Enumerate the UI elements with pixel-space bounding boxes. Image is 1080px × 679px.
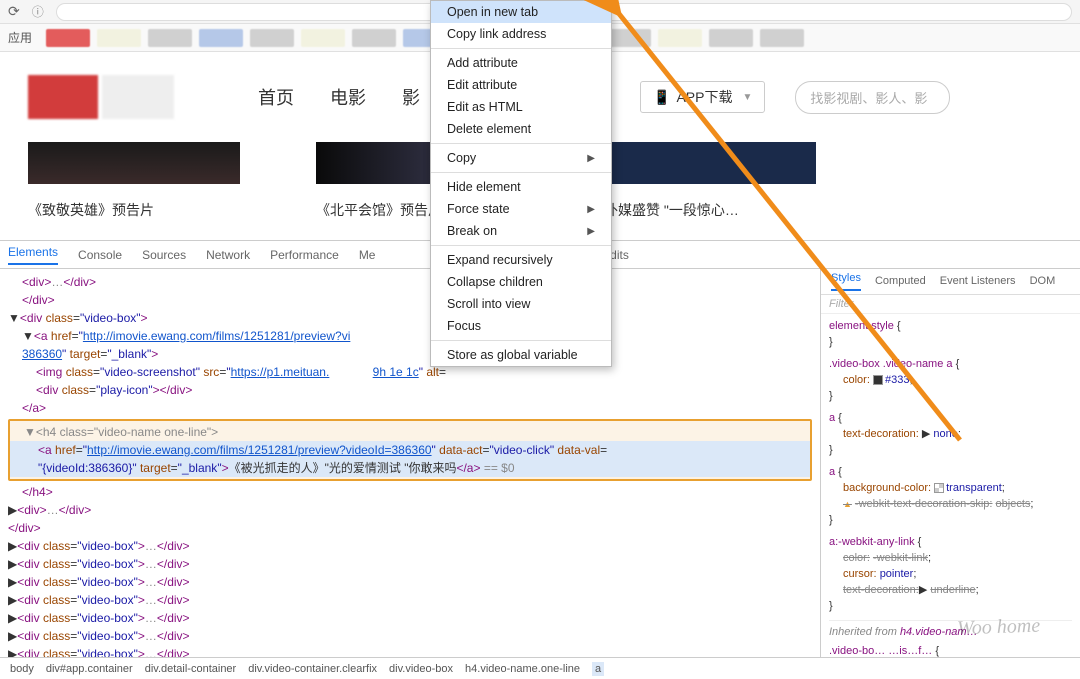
chevron-down-icon: ▼ (742, 92, 752, 103)
context-menu-item[interactable]: Scroll into view (431, 293, 611, 315)
bookmark-item[interactable] (46, 29, 90, 47)
nav-cinema[interactable]: 影 (402, 84, 420, 110)
context-menu-item[interactable]: Open in new tab (431, 1, 611, 23)
bookmark-item[interactable] (658, 29, 702, 47)
crumb[interactable]: div#app.container (46, 663, 133, 675)
crumb[interactable]: h4.video-name.one-line (465, 663, 580, 675)
tab-elements[interactable]: Elements (8, 245, 58, 265)
context-menu-item[interactable]: Add attribute (431, 52, 611, 74)
tab-styles[interactable]: Styles (831, 272, 861, 291)
tab-performance[interactable]: Performance (270, 248, 339, 262)
styles-panel: Styles Computed Event Listeners DOM Filt… (820, 269, 1080, 657)
bookmark-item[interactable] (301, 29, 345, 47)
crumb-selected[interactable]: a (592, 662, 604, 676)
crumb[interactable]: div.video-box (389, 663, 453, 675)
info-icon[interactable]: ⓘ (32, 3, 44, 20)
tab-console[interactable]: Console (78, 248, 122, 262)
context-menu-item[interactable]: Edit attribute (431, 74, 611, 96)
elements-breadcrumb[interactable]: body div#app.container div.detail-contai… (0, 657, 1080, 679)
app-download-label: APP下载 (676, 87, 732, 107)
tab-dom[interactable]: DOM (1030, 275, 1056, 287)
elements-tree[interactable]: <div>…</div> </div> ▼<div class="video-b… (0, 269, 820, 657)
bookmark-item[interactable] (352, 29, 396, 47)
context-menu-item[interactable]: Force state▶ (431, 198, 611, 220)
context-menu-item[interactable]: Break on▶ (431, 220, 611, 242)
context-menu: Open in new tabCopy link address Add attr… (430, 0, 612, 367)
styles-tabs: Styles Computed Event Listeners DOM (821, 269, 1080, 295)
tab-sources[interactable]: Sources (142, 248, 186, 262)
context-menu-item[interactable]: Store as global variable (431, 344, 611, 366)
bookmark-item[interactable] (607, 29, 651, 47)
tab-network[interactable]: Network (206, 248, 250, 262)
bookmark-item[interactable] (199, 29, 243, 47)
app-download-button[interactable]: 📱 APP下载 ▼ (640, 81, 765, 113)
crumb[interactable]: body (10, 663, 34, 675)
context-menu-item[interactable]: Focus (431, 315, 611, 337)
tab-memory[interactable]: Me (359, 248, 376, 262)
crumb[interactable]: div.video-container.clearfix (248, 663, 377, 675)
context-menu-item[interactable]: Expand recursively (431, 249, 611, 271)
bookmark-item[interactable] (760, 29, 804, 47)
styles-rules[interactable]: element.style {} .video-box .video-name … (821, 314, 1080, 657)
context-menu-item[interactable]: Copy link address (431, 23, 611, 45)
thumb-title: 外媒盛赞 "一段惊心… (604, 200, 816, 220)
bookmarks-label: 应用 (8, 29, 32, 46)
nav-movies[interactable]: 电影 (330, 84, 366, 110)
search-input[interactable]: 找影视剧、影人、影 (795, 81, 950, 114)
video-thumb[interactable]: 《致敬英雄》预告片 (28, 142, 240, 220)
bookmark-item[interactable] (709, 29, 753, 47)
reload-icon[interactable]: ⟳ (8, 3, 20, 20)
thumb-title: 《致敬英雄》预告片 (28, 200, 240, 220)
tab-event-listeners[interactable]: Event Listeners (940, 275, 1016, 287)
styles-filter[interactable]: Filter (821, 295, 1080, 314)
bookmark-item[interactable] (97, 29, 141, 47)
tab-computed[interactable]: Computed (875, 275, 926, 287)
context-menu-item[interactable]: Collapse children (431, 271, 611, 293)
video-thumb[interactable]: 外媒盛赞 "一段惊心… (604, 142, 816, 220)
context-menu-item[interactable]: Delete element (431, 118, 611, 140)
crumb[interactable]: div.detail-container (145, 663, 237, 675)
bookmark-item[interactable] (250, 29, 294, 47)
nav-home[interactable]: 首页 (258, 84, 294, 110)
thumb-image (28, 142, 240, 184)
context-menu-item[interactable]: Copy▶ (431, 147, 611, 169)
context-menu-item[interactable]: Hide element (431, 176, 611, 198)
site-logo[interactable] (28, 75, 178, 119)
selected-node-box: ▼<h4 class="video-name one-line"> <a hre… (8, 419, 812, 481)
thumb-image (604, 142, 816, 184)
context-menu-item[interactable]: Edit as HTML (431, 96, 611, 118)
bookmark-item[interactable] (148, 29, 192, 47)
phone-icon: 📱 (653, 89, 670, 106)
